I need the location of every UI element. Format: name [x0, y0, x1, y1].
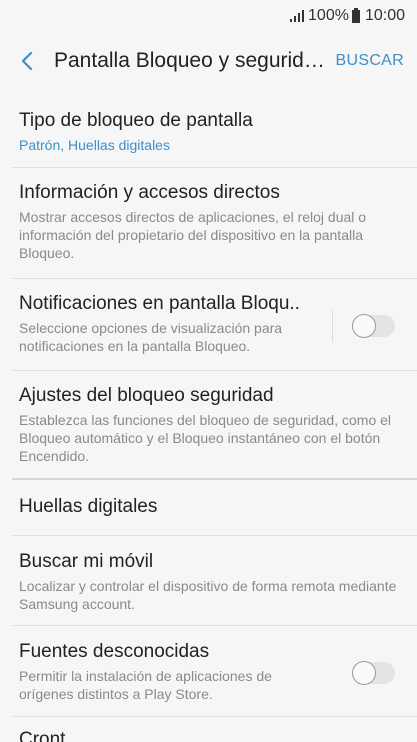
list-item-info-shortcuts[interactable]: Información y accesos directos Mostrar a…: [0, 168, 417, 278]
toggle-knob: [352, 314, 376, 338]
item-subtitle: Mostrar accesos directos de aplicaciones…: [19, 209, 367, 261]
notifications-toggle[interactable]: [352, 314, 395, 338]
item-subtitle: Permitir la instalación de aplicaciones …: [19, 668, 272, 702]
list-item-partial[interactable]: Cront...: [0, 717, 417, 742]
signal-icon: [289, 10, 305, 22]
status-bar: 100% 10:00: [0, 0, 417, 32]
unknown-sources-toggle[interactable]: [352, 661, 395, 685]
list-item-unknown-sources[interactable]: Fuentes desconocidas Permitir la instala…: [0, 626, 417, 716]
app-bar: Pantalla Bloqueo y segurid… BUSCAR: [0, 32, 417, 90]
list-item-lock-type[interactable]: Tipo de bloqueo de pantalla Patrón, Huel…: [0, 96, 417, 167]
chevron-left-icon: [21, 51, 33, 71]
battery-icon: [351, 7, 360, 23]
page-title: Pantalla Bloqueo y segurid…: [54, 49, 325, 72]
item-title: Huellas digitales: [19, 496, 158, 517]
list-item-secure-lock-settings[interactable]: Ajustes del bloqueo seguridad Establezca…: [0, 371, 417, 478]
item-subtitle: Establezca las funciones del bloqueo de …: [19, 412, 392, 464]
vertical-divider: [332, 309, 333, 342]
item-title: Ajustes del bloqueo seguridad: [19, 385, 274, 406]
toggle-knob: [352, 661, 376, 685]
settings-list: Tipo de bloqueo de pantalla Patrón, Huel…: [0, 96, 417, 742]
item-title: Buscar mi móvil: [19, 551, 154, 572]
item-title: Fuentes desconocidas: [19, 641, 210, 662]
item-title: Tipo de bloqueo de pantalla: [19, 110, 253, 131]
item-subtitle: Patrón, Huellas digitales: [19, 137, 170, 153]
list-item-fingerprints[interactable]: Huellas digitales: [0, 480, 417, 535]
screen: 100% 10:00 Pantalla Bloqueo y segurid… B…: [0, 0, 417, 742]
clock: 10:00: [364, 7, 405, 24]
item-subtitle: Localizar y controlar el dispositivo de …: [19, 578, 397, 612]
list-item-find-my-mobile[interactable]: Buscar mi móvil Localizar y controlar el…: [0, 536, 417, 625]
item-subtitle: Seleccione opciones de visualización par…: [19, 320, 283, 354]
item-title: Cront...: [19, 729, 82, 742]
battery-percent: 100%: [308, 7, 349, 24]
item-title: Notificaciones en pantalla Bloqu..: [19, 293, 300, 314]
list-item-lock-notifications[interactable]: Notificaciones en pantalla Bloqu.. Selec…: [0, 279, 417, 370]
search-button[interactable]: BUSCAR: [326, 52, 417, 70]
item-title: Información y accesos directos: [19, 182, 280, 203]
back-button[interactable]: [4, 32, 50, 90]
